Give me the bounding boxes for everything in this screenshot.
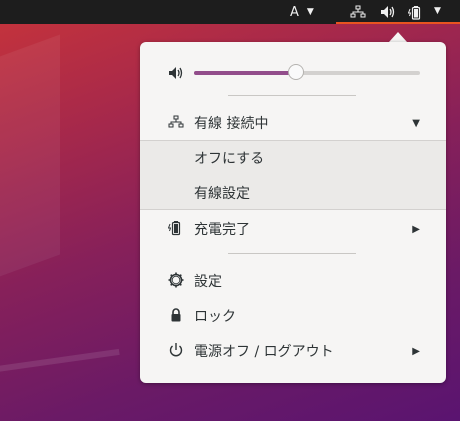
wired-network-icon [350,5,366,18]
settings-row[interactable]: 設定 [140,270,446,292]
speaker-icon [169,67,183,79]
network-submenu: オフにする 有線設定 [140,140,446,210]
battery-label: 充電完了 [194,222,250,238]
network-submenu-item-off[interactable]: オフにする [140,147,446,169]
wired-network-icon [168,115,184,128]
chevron-right-icon: ▶ [412,345,420,357]
battery-charging-icon [168,221,181,236]
network-label: 有線 接続中 [194,116,269,132]
power-label: 電源オフ / ログアウト [194,344,334,360]
volume-slider[interactable] [194,64,420,80]
active-indicator-underline [336,22,460,24]
input-source-label: A [290,4,299,20]
gear-icon [168,272,184,288]
system-menu: 有線 接続中 ▼ オフにする 有線設定 充電完了 ▶ 設定 ロック 電源オフ /… [140,42,446,383]
lock-icon [171,308,181,322]
input-source-indicator[interactable]: A ▼ [290,0,314,24]
volume-slider-knob[interactable] [287,64,304,80]
settings-label: 設定 [194,274,222,290]
chevron-down-icon: ▼ [306,7,314,17]
separator [228,253,356,254]
power-icon [169,343,183,357]
volume-slider-fill [194,71,296,75]
wallpaper-streak [0,348,120,378]
lock-row[interactable]: ロック [140,305,446,327]
chevron-down-icon: ▼ [434,6,441,16]
network-row[interactable]: 有線 接続中 ▼ [140,112,446,134]
system-indicator[interactable]: ▼ [336,0,460,24]
wallpaper-streak [0,34,60,306]
menu-arrow-pointer [389,32,407,42]
network-submenu-item-settings[interactable]: 有線設定 [140,182,446,204]
submenu-item-label: オフにする [194,151,265,167]
battery-charging-icon [408,6,421,20]
speaker-icon [381,6,395,18]
separator [228,95,356,96]
lock-label: ロック [194,309,236,325]
submenu-item-label: 有線設定 [194,186,250,202]
chevron-down-icon: ▼ [412,117,420,129]
top-bar: A ▼ ▼ [0,0,460,24]
battery-row[interactable]: 充電完了 ▶ [140,218,446,240]
chevron-right-icon: ▶ [412,223,420,235]
power-row[interactable]: 電源オフ / ログアウト ▶ [140,340,446,362]
